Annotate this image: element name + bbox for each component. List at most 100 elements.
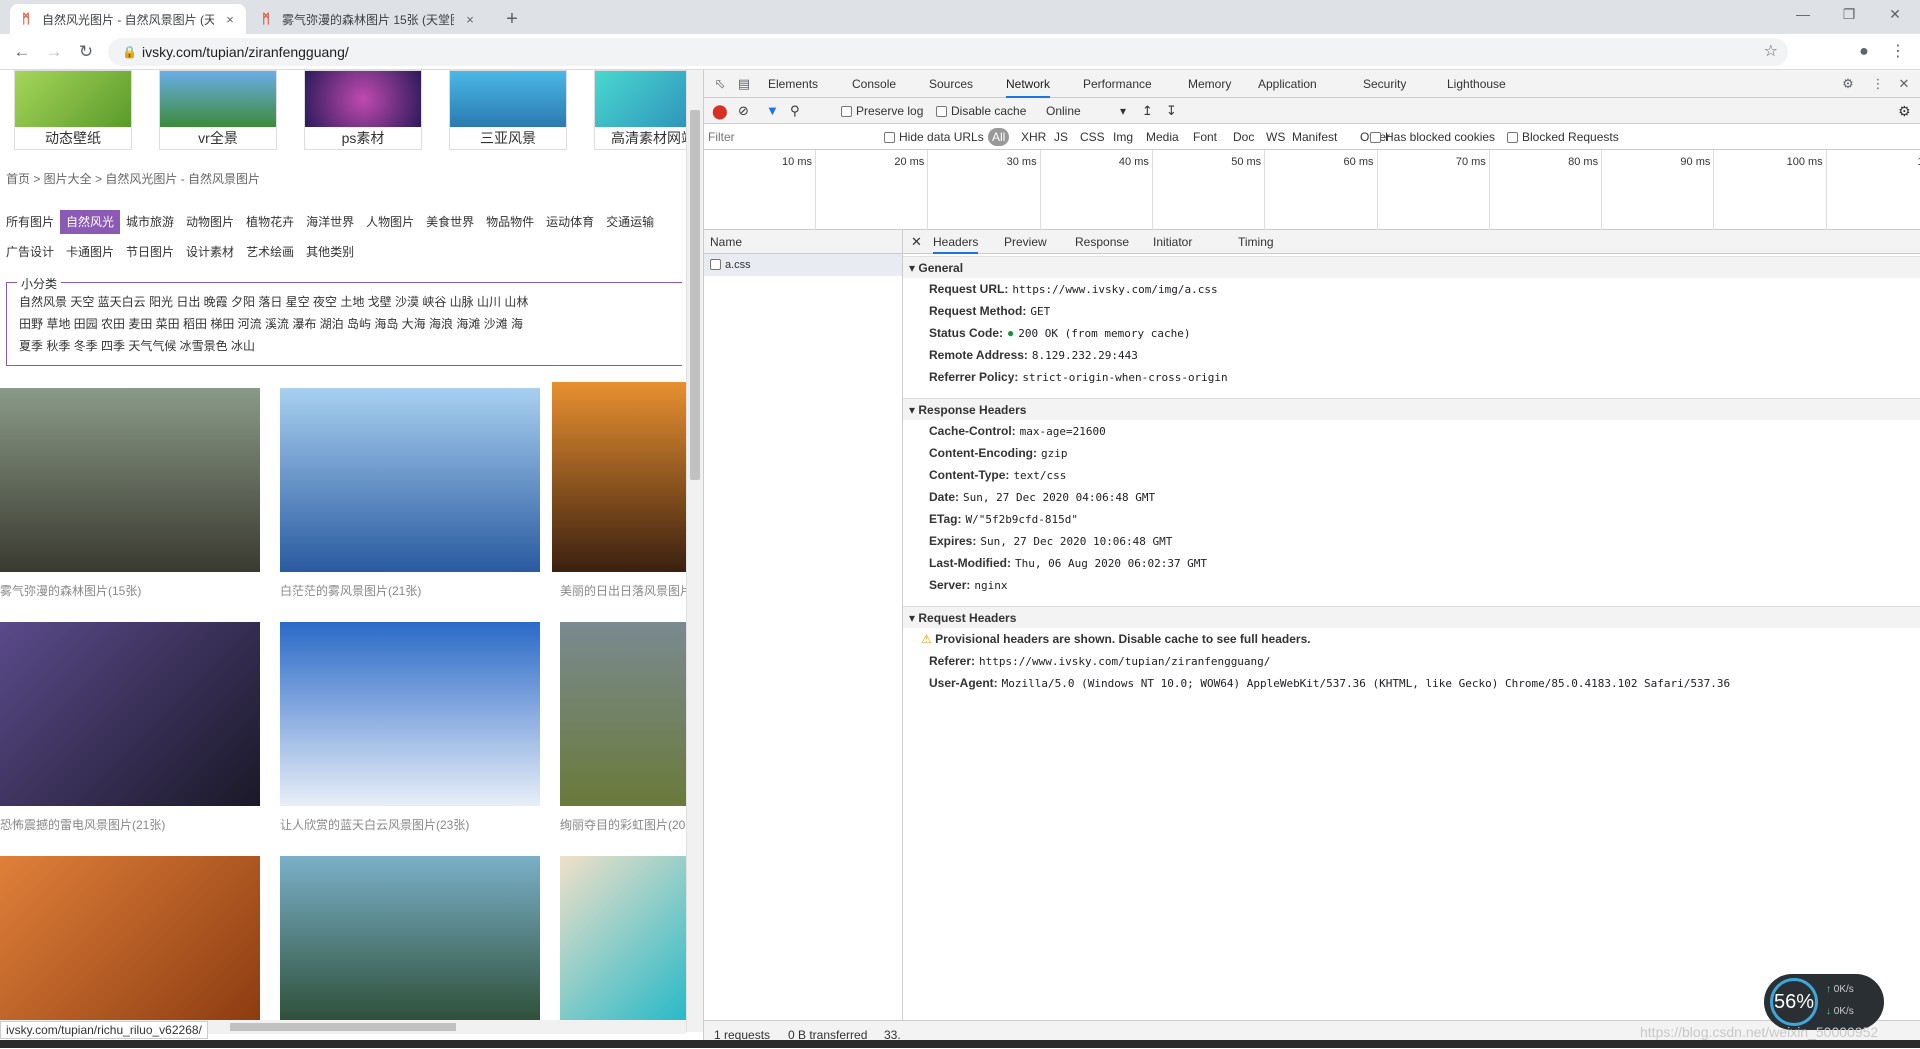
- photo-rainbow[interactable]: [560, 622, 686, 806]
- profile-avatar-icon[interactable]: ●: [1852, 40, 1876, 64]
- filter-font[interactable]: Font: [1193, 124, 1217, 150]
- clear-icon[interactable]: ⊘: [738, 98, 749, 124]
- thumb-item[interactable]: 动态壁纸: [14, 70, 132, 150]
- photo-beach[interactable]: [560, 856, 686, 1032]
- category-link[interactable]: 植物花卉: [240, 210, 300, 234]
- photo-lightning[interactable]: [0, 622, 260, 806]
- close-detail-icon[interactable]: ✕: [911, 230, 922, 254]
- more-menu-icon[interactable]: ⋮: [1870, 76, 1886, 92]
- photo-desert[interactable]: [0, 856, 260, 1032]
- kebab-menu-icon[interactable]: ⋮: [1886, 40, 1910, 64]
- photo-clouds[interactable]: [280, 622, 540, 806]
- settings-gear-icon[interactable]: ⚙: [1840, 76, 1856, 92]
- tab-lighthouse[interactable]: Lighthouse: [1447, 70, 1506, 98]
- tab-response[interactable]: Response: [1075, 230, 1129, 254]
- category-link[interactable]: 卡通图片: [60, 240, 120, 264]
- back-arrow-icon[interactable]: ←: [10, 40, 34, 64]
- new-tab-button[interactable]: +: [498, 6, 526, 34]
- photo-caption[interactable]: 雾气弥漫的森林图片(15张): [0, 582, 260, 599]
- close-devtools-icon[interactable]: ✕: [1896, 76, 1912, 92]
- tab-elements[interactable]: Elements: [768, 70, 818, 98]
- net-speed-widget[interactable]: 56% ↑ 0K/s ↓ 0K/s: [1764, 974, 1884, 1030]
- general-header[interactable]: ▾ General: [903, 256, 1920, 278]
- tab-network[interactable]: Network: [1006, 70, 1051, 98]
- category-link[interactable]: 美食世界: [420, 210, 480, 234]
- record-icon[interactable]: ⬤: [712, 98, 728, 124]
- tab-security[interactable]: Security: [1363, 70, 1406, 98]
- category-link[interactable]: 所有图片: [0, 210, 60, 234]
- photo-caption[interactable]: 美丽的日出日落风景图片: [560, 582, 686, 599]
- filter-funnel-icon[interactable]: ▼: [766, 98, 779, 124]
- category-link[interactable]: 城市旅游: [120, 210, 180, 234]
- filter-manifest[interactable]: Manifest: [1292, 124, 1337, 150]
- scrollbar-thumb[interactable]: [690, 110, 700, 480]
- request-row[interactable]: a.css: [704, 254, 902, 276]
- address-bar[interactable]: 🔒 ivsky.com/tupian/ziranfengguang/ ☆: [108, 38, 1788, 66]
- preserve-log-checkbox[interactable]: Preserve log: [841, 98, 923, 124]
- photo-forest[interactable]: [0, 388, 260, 572]
- import-har-icon[interactable]: ↥: [1142, 98, 1153, 124]
- export-har-icon[interactable]: ↧: [1166, 98, 1177, 124]
- device-toolbar-icon[interactable]: ▤: [736, 76, 752, 92]
- close-window-button[interactable]: ✕: [1872, 0, 1918, 30]
- forward-arrow-icon[interactable]: →: [42, 40, 66, 64]
- category-link[interactable]: 艺术绘画: [240, 240, 300, 264]
- category-link[interactable]: 海洋世界: [300, 210, 360, 234]
- category-link[interactable]: 自然风光: [60, 210, 121, 234]
- photo-caption[interactable]: 白茫茫的雾风景图片(21张): [280, 582, 540, 599]
- disable-cache-checkbox[interactable]: Disable cache: [936, 98, 1026, 124]
- category-link[interactable]: 动物图片: [180, 210, 240, 234]
- close-tab-icon[interactable]: ×: [222, 12, 238, 27]
- photo-caption[interactable]: 绚丽夺目的彩虹图片(20: [560, 816, 686, 833]
- close-tab-icon[interactable]: ×: [462, 12, 478, 27]
- category-link[interactable]: 节日图片: [120, 240, 180, 264]
- thumb-item[interactable]: ps素材: [304, 70, 422, 150]
- tab-application[interactable]: Application: [1258, 70, 1317, 98]
- response-headers-header[interactable]: ▾ Response Headers: [903, 398, 1920, 420]
- tab-initiator[interactable]: Initiator: [1153, 230, 1192, 254]
- category-link[interactable]: 其他类别: [300, 240, 360, 264]
- thumb-item[interactable]: vr全景: [159, 70, 277, 150]
- has-blocked-cookies-checkbox[interactable]: Has blocked cookies: [1370, 124, 1495, 150]
- category-link[interactable]: 广告设计: [0, 240, 60, 264]
- reload-icon[interactable]: ↻: [74, 40, 98, 64]
- name-column-header[interactable]: Name: [704, 230, 902, 254]
- photo-mountain[interactable]: [280, 856, 540, 1032]
- network-timeline[interactable]: 10 ms 20 ms 30 ms 40 ms 50 ms 60 ms 70 ms 80 ms…: [704, 150, 1920, 230]
- category-link[interactable]: 物品物件: [480, 210, 540, 234]
- restore-button[interactable]: ❐: [1826, 0, 1872, 30]
- throttle-select[interactable]: Online ▾: [1046, 98, 1126, 124]
- photo-caption[interactable]: 让人欣赏的蓝天白云风景图片(23张): [280, 816, 540, 833]
- category-link[interactable]: 运动体育: [540, 210, 600, 234]
- blocked-requests-checkbox[interactable]: Blocked Requests: [1507, 124, 1619, 150]
- tab-sources[interactable]: Sources: [929, 70, 973, 98]
- breadcrumb[interactable]: 首页 > 图片大全 > 自然风光图片 - 自然风景图片: [6, 170, 260, 187]
- subcategory-links[interactable]: 夏季 秋季 冬季 四季 天气气候 冰雪景色 冰山: [19, 339, 255, 353]
- tab-headers[interactable]: Headers: [933, 230, 979, 254]
- tab-console[interactable]: Console: [852, 70, 896, 98]
- thumb-item[interactable]: 高清素材网站: [594, 70, 686, 150]
- network-settings-gear-icon[interactable]: ⚙: [1898, 98, 1911, 124]
- filter-xhr[interactable]: XHR: [1021, 124, 1046, 150]
- filter-input[interactable]: [708, 127, 868, 147]
- tab-timing[interactable]: Timing: [1238, 230, 1274, 254]
- page-scrollbar[interactable]: [686, 70, 703, 1032]
- subcategory-links[interactable]: 田野 草地 田园 农田 麦田 菜田 稻田 梯田 河流 溪流 瀑布 湖泊 岛屿 海…: [19, 317, 523, 331]
- tab-forest[interactable]: ᛗ 雾气弥漫的森林图片 15张 (天堂图 ×: [250, 4, 486, 34]
- minimize-button[interactable]: —: [1780, 0, 1826, 30]
- filter-all[interactable]: All: [988, 128, 1010, 146]
- thumb-item[interactable]: 三亚风景: [449, 70, 567, 150]
- search-icon[interactable]: ⚲: [790, 98, 800, 124]
- filter-js[interactable]: JS: [1054, 124, 1068, 150]
- hide-data-urls-checkbox[interactable]: Hide data URLs: [884, 124, 984, 150]
- subcategory-links[interactable]: 自然风景 天空 蓝天白云 阳光 日出 晚霞 夕阳 落日 星空 夜空 土地 戈壁 …: [19, 295, 528, 309]
- tab-memory[interactable]: Memory: [1188, 70, 1231, 98]
- filter-media[interactable]: Media: [1146, 124, 1179, 150]
- tab-preview[interactable]: Preview: [1004, 230, 1047, 254]
- filter-css[interactable]: CSS: [1080, 124, 1105, 150]
- tab-ziranfengguang[interactable]: ᛗ 自然风光图片 - 自然风景图片 (天 ×: [10, 4, 246, 34]
- category-link[interactable]: 设计素材: [180, 240, 240, 264]
- inspect-element-icon[interactable]: ⬁: [712, 76, 728, 92]
- bookmark-star-icon[interactable]: ☆: [1764, 38, 1778, 66]
- filter-doc[interactable]: Doc: [1233, 124, 1254, 150]
